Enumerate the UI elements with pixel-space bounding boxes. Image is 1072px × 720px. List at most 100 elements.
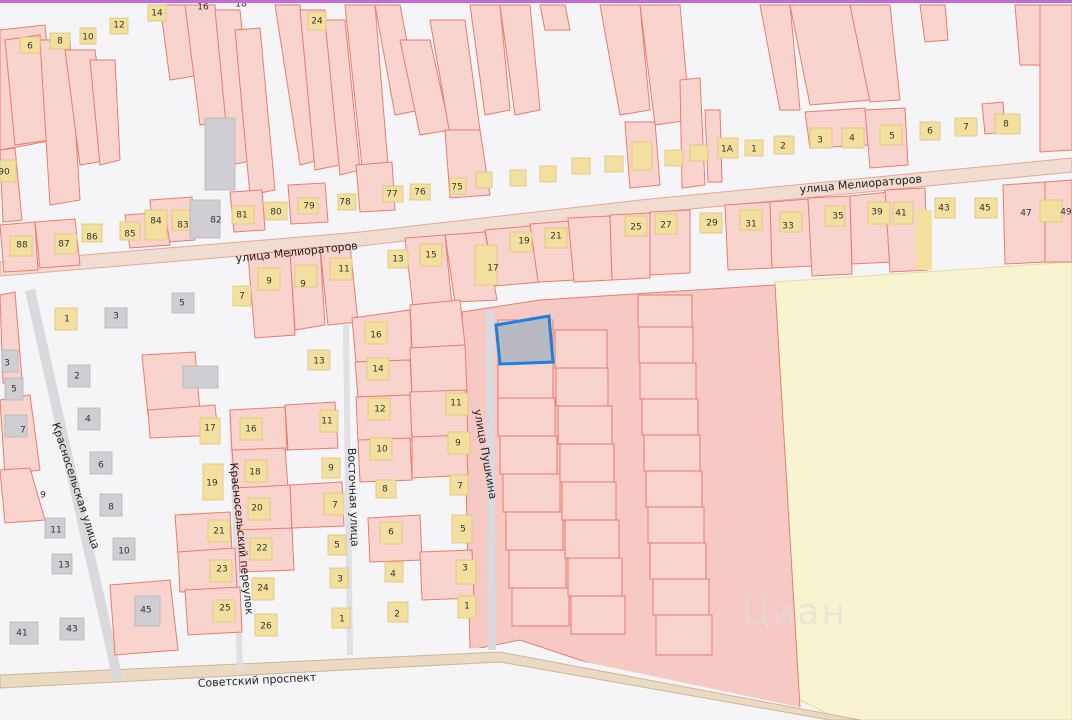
house-number-label: 3 bbox=[4, 359, 10, 369]
house-number-label: 9 bbox=[455, 439, 461, 449]
house-number-label: 88 bbox=[16, 241, 28, 251]
house-number-label: 5 bbox=[889, 132, 895, 142]
house-number-label: 39 bbox=[871, 208, 883, 218]
house-number-label: 11 bbox=[338, 265, 349, 275]
house-number-label: 6 bbox=[27, 42, 33, 52]
house-number-label: 3 bbox=[337, 575, 343, 585]
house-number-label: 7 bbox=[332, 501, 338, 511]
house-number-label: 29 bbox=[706, 219, 718, 229]
house-number-label: 13 bbox=[313, 357, 324, 367]
house-number-label: 43 bbox=[938, 204, 949, 214]
house-number-label: 19 bbox=[206, 479, 218, 489]
house-number-label: 5 bbox=[179, 299, 185, 309]
house-number-label: 35 bbox=[832, 212, 843, 222]
house-number-label: 45 bbox=[979, 204, 990, 214]
house-number-label: 20 bbox=[251, 504, 263, 514]
house-number-label: 8 bbox=[108, 503, 114, 513]
house-number-label: 87 bbox=[58, 240, 69, 250]
house-number-label: 13 bbox=[392, 255, 403, 265]
house-number-label: 2 bbox=[74, 372, 80, 382]
house-number-label: 8 bbox=[382, 485, 388, 495]
house-number-label: 21 bbox=[550, 232, 561, 242]
house-number-label: 83 bbox=[177, 221, 188, 231]
house-number-label: 84 bbox=[150, 217, 162, 227]
house-number-label: 86 bbox=[86, 233, 98, 243]
house-number-label: 41 bbox=[895, 209, 906, 219]
house-number-label: 2 bbox=[394, 610, 400, 620]
house-number-label: 90 bbox=[0, 168, 10, 178]
house-number-label: 76 bbox=[414, 188, 426, 198]
house-number-label: 18 bbox=[249, 468, 261, 478]
house-number-label: 3 bbox=[113, 312, 119, 322]
house-number-label: 2 bbox=[780, 142, 786, 152]
house-number-label: 25 bbox=[219, 604, 230, 614]
house-number-label: 82 bbox=[210, 216, 221, 226]
cadastral-map[interactable]: улица Мелиораторов улица Мелиораторов ул… bbox=[0, 0, 1072, 720]
house-number-label: 7 bbox=[457, 482, 463, 492]
map-canvas[interactable]: улица Мелиораторов улица Мелиораторов ул… bbox=[0, 0, 1072, 720]
house-number-label: 9 bbox=[328, 464, 334, 474]
house-number-label: 77 bbox=[386, 190, 397, 200]
house-number-label: 9 bbox=[40, 491, 46, 501]
house-number-label: 6 bbox=[388, 528, 394, 538]
house-number-label: 9 bbox=[266, 277, 272, 287]
house-number-label: 4 bbox=[849, 134, 855, 144]
house-number-label: 3 bbox=[817, 136, 823, 146]
house-number-label: 12 bbox=[113, 21, 124, 31]
top-bar bbox=[0, 0, 1072, 3]
house-number-label: 10 bbox=[376, 445, 388, 455]
house-number-label: 1 bbox=[339, 615, 345, 625]
house-number-label: 75 bbox=[451, 183, 462, 193]
house-number-label: 85 bbox=[124, 230, 135, 240]
house-number-label: 25 bbox=[630, 223, 641, 233]
east-markers bbox=[916, 210, 932, 270]
house-number-label: 16 bbox=[245, 425, 257, 435]
house-number-label: 1 bbox=[751, 145, 757, 155]
house-number-label: 12 bbox=[374, 405, 385, 415]
house-number-label: 19 bbox=[518, 237, 530, 247]
house-number-label: 26 bbox=[260, 622, 272, 632]
house-number-label: 8 bbox=[57, 37, 63, 47]
house-number-label: 45 bbox=[140, 606, 151, 616]
house-number-label: 16 bbox=[370, 331, 382, 341]
house-number-label: 3 bbox=[462, 564, 468, 574]
house-number-label: 27 bbox=[660, 221, 671, 231]
house-number-label: 10 bbox=[82, 33, 94, 43]
house-number-label: 80 bbox=[270, 208, 282, 218]
house-number-label: 17 bbox=[487, 264, 498, 274]
house-number-label: 6 bbox=[927, 127, 933, 137]
house-number-label: 6 bbox=[98, 461, 104, 471]
house-number-label: 5 bbox=[11, 385, 17, 395]
selected-parcel[interactable] bbox=[494, 314, 555, 366]
house-number-label: 7 bbox=[963, 123, 969, 133]
house-number-label: 16 bbox=[197, 3, 209, 13]
house-number-label: 17 bbox=[204, 424, 215, 434]
house-number-label: 24 bbox=[257, 584, 269, 594]
house-number-label: 7 bbox=[239, 292, 245, 302]
house-number-label: 8 bbox=[1003, 120, 1009, 130]
house-number-label: 1 bbox=[64, 315, 70, 325]
house-number-label: 23 bbox=[216, 565, 227, 575]
house-number-label: 33 bbox=[782, 222, 793, 232]
house-number-label: 15 bbox=[425, 251, 436, 261]
house-number-label: 31 bbox=[745, 220, 756, 230]
field-area bbox=[774, 261, 1072, 720]
house-number-label: 21 bbox=[213, 527, 224, 537]
house-number-label: 11 bbox=[50, 526, 61, 536]
house-number-label: 43 bbox=[66, 625, 77, 635]
house-number-label: 5 bbox=[460, 525, 466, 535]
house-number-label: 78 bbox=[339, 198, 351, 208]
house-number-label: 22 bbox=[256, 544, 267, 554]
house-number-label: 5 bbox=[334, 541, 340, 551]
house-number-label: 49 bbox=[1060, 208, 1072, 218]
house-number-label: 47 bbox=[1020, 209, 1031, 219]
cian-watermark: Циан bbox=[742, 592, 847, 633]
house-number-label: 79 bbox=[303, 202, 315, 212]
house-number-label: 11 bbox=[321, 417, 332, 427]
house-number-label: 1 bbox=[464, 602, 470, 612]
house-number-label: 10 bbox=[118, 547, 130, 557]
house-number-label: 41 bbox=[16, 629, 27, 639]
house-number-label: 14 bbox=[151, 9, 163, 19]
house-number-label: 4 bbox=[85, 415, 91, 425]
house-number-label: 14 bbox=[372, 365, 384, 375]
